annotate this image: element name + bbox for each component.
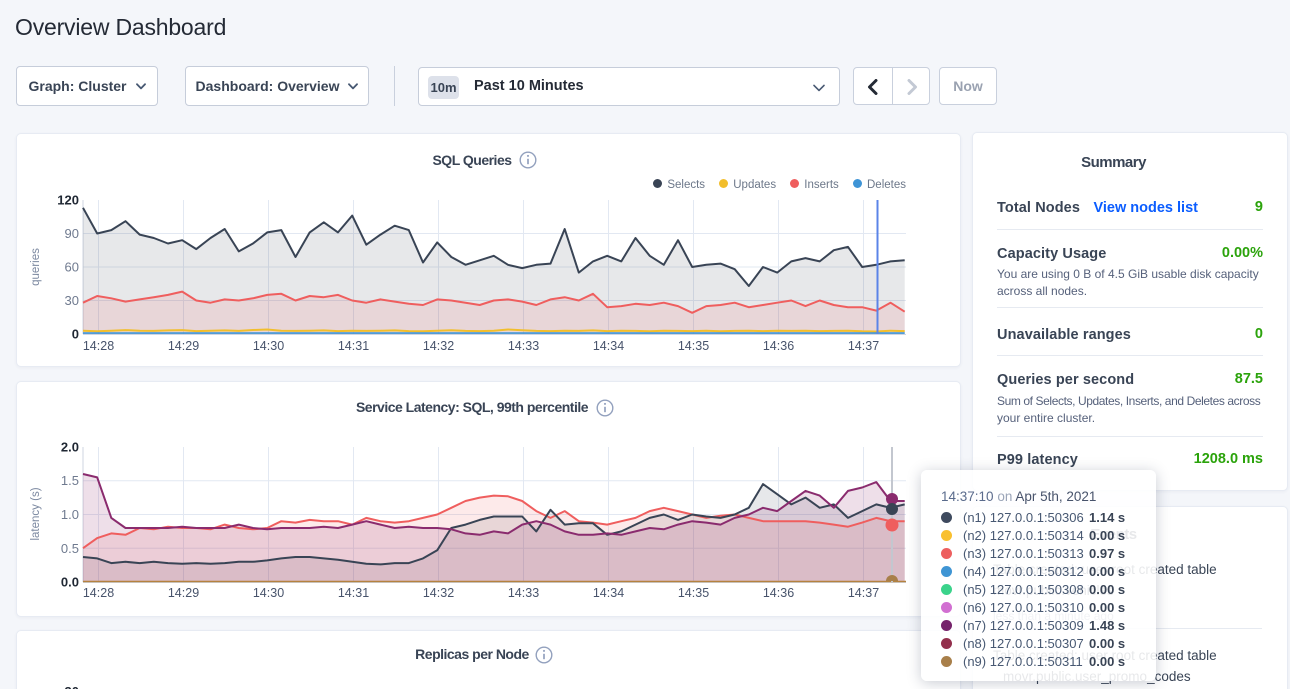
svg-text:latency (s): latency (s) <box>30 487 42 540</box>
svg-text:2.0: 2.0 <box>61 440 79 455</box>
svg-text:14:35: 14:35 <box>678 586 709 600</box>
svg-text:queries: queries <box>30 248 42 286</box>
svg-text:14:34: 14:34 <box>593 339 624 353</box>
svg-text:14:34: 14:34 <box>593 586 624 600</box>
svg-text:14:31: 14:31 <box>338 339 369 353</box>
svg-text:14:37: 14:37 <box>848 586 879 600</box>
svg-text:14:33: 14:33 <box>508 339 539 353</box>
svg-text:14:30: 14:30 <box>253 339 284 353</box>
svg-text:120: 120 <box>57 193 79 208</box>
svg-text:0: 0 <box>72 327 79 342</box>
svg-text:14:37: 14:37 <box>848 339 879 353</box>
svg-text:14:28: 14:28 <box>83 586 114 600</box>
svg-text:30: 30 <box>65 293 79 308</box>
svg-text:0.0: 0.0 <box>61 575 79 590</box>
svg-text:14:32: 14:32 <box>423 339 454 353</box>
svg-text:14:35: 14:35 <box>678 339 709 353</box>
svg-text:14:36: 14:36 <box>763 586 794 600</box>
svg-text:90: 90 <box>65 226 79 241</box>
svg-text:14:30: 14:30 <box>253 586 284 600</box>
svg-text:14:31: 14:31 <box>338 586 369 600</box>
svg-text:14:32: 14:32 <box>423 586 454 600</box>
svg-text:14:33: 14:33 <box>508 586 539 600</box>
svg-text:14:29: 14:29 <box>168 586 199 600</box>
svg-text:1.0: 1.0 <box>61 507 79 522</box>
svg-text:1.5: 1.5 <box>61 473 79 488</box>
svg-text:60: 60 <box>65 260 79 275</box>
svg-text:14:29: 14:29 <box>168 339 199 353</box>
svg-text:14:36: 14:36 <box>763 339 794 353</box>
svg-text:14:28: 14:28 <box>83 339 114 353</box>
svg-text:0.5: 0.5 <box>61 541 79 556</box>
